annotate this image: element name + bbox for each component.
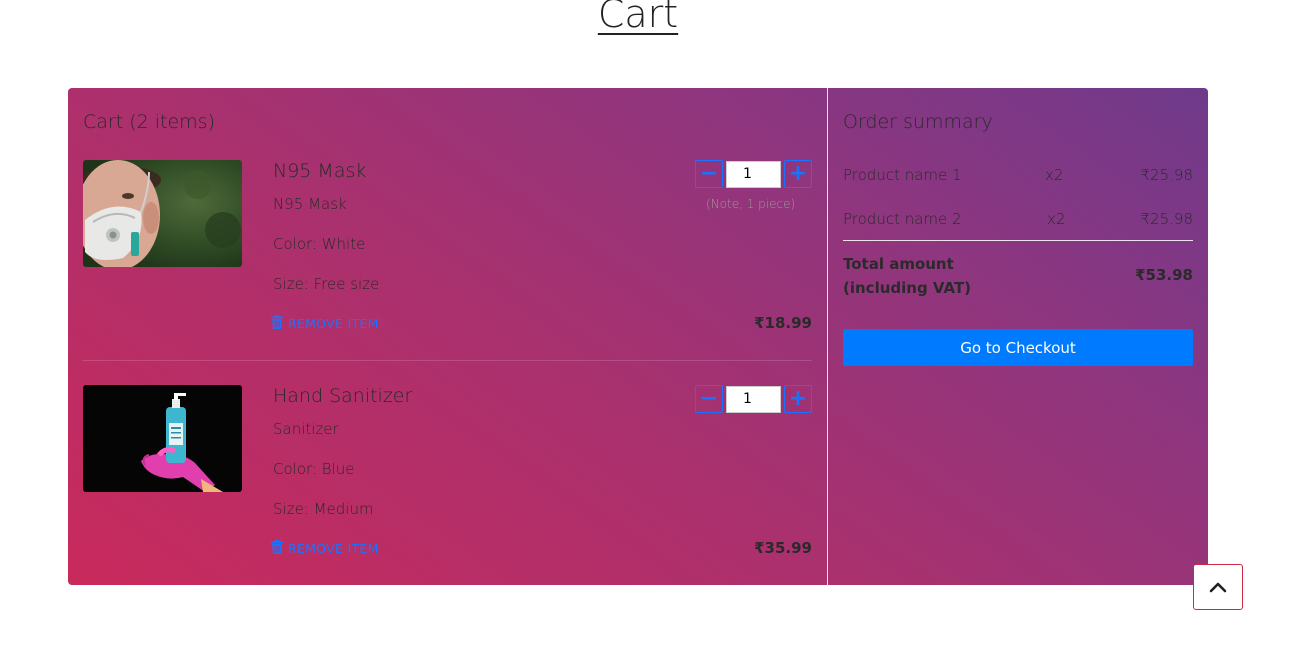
product-size: Size: Medium xyxy=(273,500,374,518)
summary-product-name: Product name 1 xyxy=(843,166,962,184)
cart-title: Cart (2 items) xyxy=(83,111,215,133)
page-title: Cart xyxy=(0,0,1276,36)
checkout-button[interactable]: Go to Checkout xyxy=(843,329,1193,366)
summary-divider xyxy=(843,240,1193,241)
total-label-line2: (including VAT) xyxy=(843,279,972,297)
minus-icon: − xyxy=(699,386,719,411)
plus-icon: + xyxy=(788,386,808,411)
product-name: N95 Mask xyxy=(273,160,367,182)
quantity-increase-button[interactable]: + xyxy=(784,160,812,188)
cart-panel: Cart (2 items) N95 Mask N95 Mask Color: … xyxy=(68,88,828,585)
product-size: Size: Free size xyxy=(273,275,380,293)
plus-icon: + xyxy=(788,161,808,186)
summary-product-qty: x2 xyxy=(1047,210,1066,228)
total-label: Total amount (including VAT) xyxy=(843,252,993,300)
quantity-input[interactable] xyxy=(726,385,781,413)
item-price: ₹35.99 xyxy=(754,539,812,557)
quantity-decrease-button[interactable]: − xyxy=(695,160,723,188)
remove-item-button[interactable]: REMOVE ITEM xyxy=(271,540,379,557)
total-label-line1: Total amount xyxy=(843,255,954,273)
summary-product-price: ₹25.98 xyxy=(1140,210,1194,228)
remove-item-label: REMOVE ITEM xyxy=(288,316,379,331)
summary-product-name: Product name 2 xyxy=(843,210,962,228)
remove-item-label: REMOVE ITEM xyxy=(288,541,379,556)
order-summary-panel: Order summary Product name 1 x2 ₹25.98 P… xyxy=(828,88,1208,585)
scroll-to-top-button[interactable] xyxy=(1193,564,1243,610)
quantity-note: (Note, 1 piece) xyxy=(706,197,796,211)
cart-item: Hand Sanitizer Sanitizer Color: Blue Siz… xyxy=(83,385,812,575)
trash-icon xyxy=(271,540,283,557)
item-divider xyxy=(83,360,812,361)
summary-product-qty: x2 xyxy=(1045,166,1064,184)
quantity-increase-button[interactable]: + xyxy=(784,385,812,413)
quantity-stepper: − + xyxy=(695,160,812,188)
quantity-decrease-button[interactable]: − xyxy=(695,385,723,413)
cart-item: N95 Mask N95 Mask Color: White Size: Fre… xyxy=(83,160,812,350)
product-image-hand-sanitizer xyxy=(83,385,242,492)
cart-card: Cart (2 items) N95 Mask N95 Mask Color: … xyxy=(68,88,1208,585)
order-summary-title: Order summary xyxy=(843,111,993,133)
remove-item-button[interactable]: REMOVE ITEM xyxy=(271,315,379,332)
product-subtitle: Sanitizer xyxy=(273,420,339,438)
summary-product-price: ₹25.98 xyxy=(1140,166,1194,184)
product-color: Color: Blue xyxy=(273,460,355,478)
trash-icon xyxy=(271,315,283,332)
chevron-up-icon xyxy=(1209,578,1227,597)
product-subtitle: N95 Mask xyxy=(273,195,347,213)
minus-icon: − xyxy=(699,161,719,186)
page-title-text: Cart xyxy=(597,0,679,36)
product-color: Color: White xyxy=(273,235,366,253)
item-price: ₹18.99 xyxy=(754,314,812,332)
quantity-stepper: − + xyxy=(695,385,812,413)
product-name: Hand Sanitizer xyxy=(273,385,413,407)
total-amount: ₹53.98 xyxy=(1135,266,1193,284)
quantity-input[interactable] xyxy=(726,160,781,188)
product-image-n95-mask xyxy=(83,160,242,267)
